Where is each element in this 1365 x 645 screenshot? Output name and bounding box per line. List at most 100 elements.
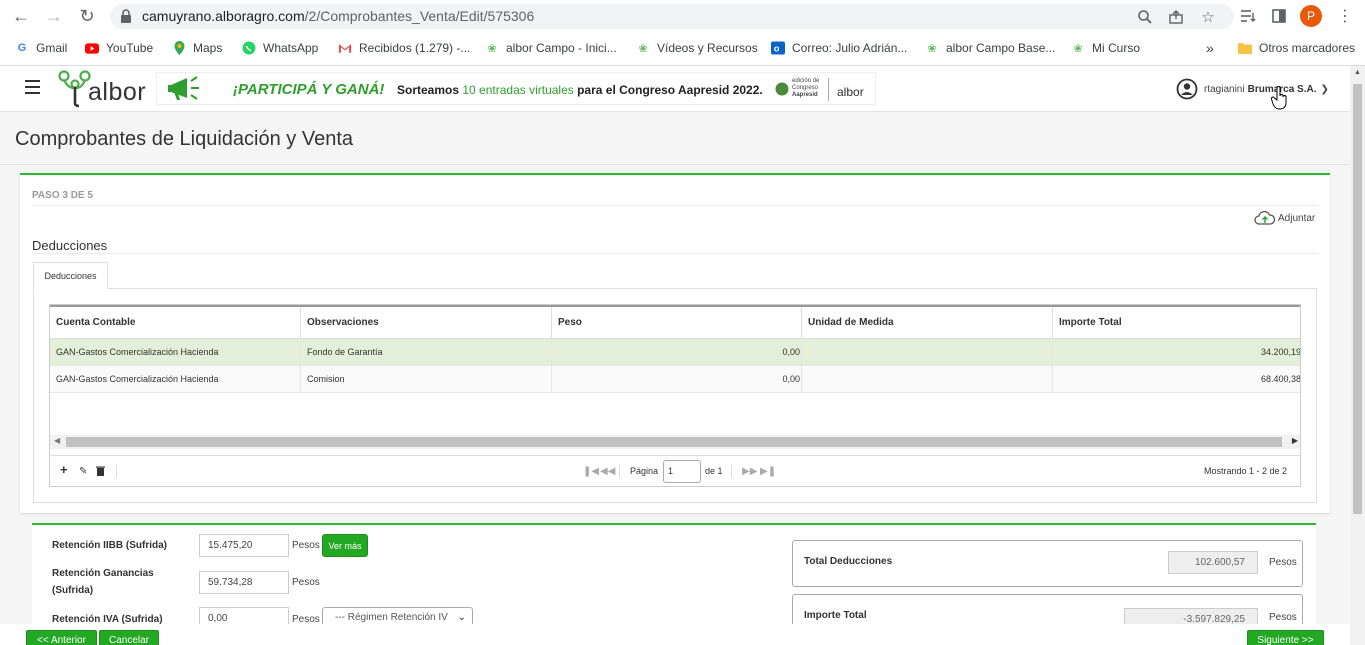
back-icon[interactable]: ← — [9, 4, 33, 28]
unit-label: Pesos — [1269, 612, 1297, 623]
add-icon[interactable]: + — [60, 462, 68, 477]
page-number-input[interactable]: 1 — [663, 460, 701, 483]
next-button[interactable]: Siguiente >> — [1247, 630, 1324, 645]
chevron-down-icon: ❯ — [1320, 83, 1329, 95]
more-bookmarks-button[interactable]: » — [1206, 39, 1214, 57]
banner-albor-logo: albor — [837, 85, 864, 99]
maps-icon — [172, 41, 186, 55]
unit-label: Pesos — [292, 540, 320, 551]
bookmark-maps[interactable]: Maps — [172, 39, 222, 57]
divider — [32, 205, 1318, 206]
bookmark-whatsapp[interactable]: WhatsApp — [242, 39, 318, 57]
albor-logo[interactable]: albor — [58, 70, 146, 108]
app-content: albor ¡PARTICIPÁ Y GANÁ! Sorteamos 10 en… — [0, 66, 1350, 645]
zoom-icon[interactable] — [1136, 8, 1154, 26]
albor-icon: ❀ — [487, 42, 497, 55]
ret-ganancias-input[interactable]: 59.734,28 — [199, 571, 289, 594]
banner-divider — [828, 78, 829, 101]
folder-icon — [1238, 41, 1252, 55]
bookmark-albor-campo[interactable]: ❀ albor Campo - Inici... — [485, 39, 616, 57]
reload-icon[interactable]: ↻ — [75, 4, 99, 28]
albor-icon: ❀ — [1073, 42, 1083, 55]
svg-text:o: o — [774, 44, 780, 54]
attach-button[interactable]: Adjuntar — [1254, 211, 1315, 225]
delete-icon[interactable] — [96, 466, 105, 479]
logo-text: albor — [88, 78, 147, 106]
divider — [619, 464, 620, 478]
browser-chrome: ← → ↻ camuyrano.alboragro.com/2/Comproba… — [0, 0, 1365, 66]
table-row[interactable]: GAN-Gastos Comercialización Hacienda Fon… — [50, 339, 1301, 366]
scroll-right-icon[interactable]: ▶ — [1292, 436, 1298, 445]
bookmark-youtube[interactable]: YouTube — [85, 39, 153, 57]
prev-page-icon[interactable]: ◀◀ — [600, 466, 615, 477]
bookmark-mi-curso[interactable]: ❀ Mi Curso — [1071, 39, 1140, 57]
hamburger-menu-icon[interactable] — [25, 80, 40, 94]
page-vertical-scrollbar[interactable]: ▲ — [1350, 66, 1365, 645]
bookmark-videos[interactable]: ❀ Vídeos y Recursos — [636, 39, 757, 57]
menu-dots-icon[interactable]: ⋮ — [1334, 5, 1356, 27]
page-label: Página — [630, 466, 659, 476]
scroll-left-icon[interactable]: ◀ — [54, 436, 60, 445]
bookmarks-bar: G Gmail YouTube Maps WhatsApp Recibidos (… — [0, 37, 1365, 59]
user-menu[interactable]: rtagianini Brumarca S.A. ❯ — [1176, 78, 1329, 100]
forward-icon[interactable]: → — [42, 4, 66, 28]
share-icon[interactable] — [1167, 8, 1185, 26]
deducciones-grid: Cuenta Contable Observaciones Peso Unida… — [49, 304, 1301, 487]
ver-mas-button[interactable]: Ver más — [322, 534, 368, 557]
column-header-cuenta[interactable]: Cuenta Contable — [50, 307, 301, 339]
unit-label: Pesos — [292, 577, 320, 588]
ret-iibb-label: Retención IIBB (Sufrida) — [52, 540, 168, 551]
ret-ganancias-label-1: Retención Ganancias — [52, 568, 154, 579]
aapresid-logo: edición de Congreso Aapresid — [775, 78, 825, 100]
bookmark-star-icon[interactable]: ☆ — [1199, 8, 1217, 26]
last-page-icon[interactable]: ▶❚ — [760, 466, 776, 477]
bookmark-gmail[interactable]: G Gmail — [15, 39, 68, 57]
horizontal-scrollbar[interactable]: ◀ ▶ — [50, 435, 1300, 449]
scrollbar-thumb[interactable] — [66, 437, 1282, 447]
divider — [32, 253, 1318, 254]
reading-list-icon[interactable] — [1237, 5, 1259, 27]
ret-iibb-input[interactable]: 15.475,20 — [199, 534, 289, 557]
importe-total-label: Importe Total — [804, 610, 867, 621]
next-page-icon[interactable]: ▶▶ — [742, 466, 757, 477]
address-bar[interactable]: camuyrano.alboragro.com/2/Comprobantes_V… — [110, 4, 1234, 29]
grid-pager: + ✎ ❚◀ ◀◀ Página 1 de 1 ▶▶ ▶❚ Mostrando … — [50, 455, 1300, 486]
whatsapp-icon — [242, 41, 256, 55]
cancel-button[interactable]: Cancelar — [99, 630, 159, 645]
cell-cuenta: GAN-Gastos Comercialización Hacienda — [50, 339, 301, 365]
side-panel-icon[interactable] — [1268, 5, 1290, 27]
scrollbar-thumb[interactable] — [1353, 84, 1362, 514]
scroll-up-icon[interactable]: ▲ — [1354, 69, 1361, 76]
cell-importe: 34.200,19 — [1260, 347, 1301, 357]
cell-peso: 0,00 — [552, 339, 802, 365]
albor-icon: ❀ — [927, 42, 937, 55]
records-count: Mostrando 1 - 2 de 2 — [1204, 466, 1288, 476]
other-bookmarks[interactable]: Otros marcadores — [1238, 39, 1355, 57]
profile-avatar[interactable]: P — [1300, 5, 1322, 27]
user-avatar-icon — [1176, 78, 1198, 100]
table-row[interactable]: GAN-Gastos Comercialización Hacienda Com… — [50, 366, 1301, 393]
first-page-icon[interactable]: ❚◀ — [583, 466, 599, 477]
tab-panel: Cuenta Contable Observaciones Peso Unida… — [33, 288, 1317, 503]
outlook-icon: o — [771, 41, 785, 55]
edit-icon[interactable]: ✎ — [79, 466, 87, 477]
previous-button[interactable]: << Anterior — [26, 630, 97, 645]
deducciones-card: PASO 3 DE 5 Adjuntar Deducciones Deducci… — [20, 173, 1330, 513]
total-deducciones-label: Total Deducciones — [804, 556, 893, 567]
column-header-peso[interactable]: Peso — [552, 307, 802, 339]
column-header-unidad[interactable]: Unidad de Medida — [802, 307, 1053, 339]
grid-header: Cuenta Contable Observaciones Peso Unida… — [50, 305, 1300, 339]
bookmark-recibidos[interactable]: Recibidos (1.279) -... — [338, 39, 470, 57]
albor-icon: ❀ — [638, 42, 648, 55]
bookmark-albor-base[interactable]: ❀ albor Campo Base... — [925, 39, 1055, 57]
wizard-footer: << Anterior Cancelar Siguiente >> — [0, 624, 1350, 645]
promo-banner[interactable]: ¡PARTICIPÁ Y GANÁ! Sorteamos 10 entradas… — [156, 72, 876, 105]
divider — [116, 464, 117, 478]
unit-label: Pesos — [1269, 557, 1297, 568]
column-header-importe[interactable]: Importe Total — [1053, 307, 1300, 339]
bookmark-correo[interactable]: o Correo: Julio Adrián... — [771, 39, 907, 57]
column-header-observaciones[interactable]: Observaciones — [301, 307, 552, 339]
cell-importe: 68.400,38 — [1260, 374, 1301, 384]
page-title: Comprobantes de Liquidación y Venta — [15, 128, 354, 150]
tab-deducciones[interactable]: Deducciones — [33, 262, 108, 289]
